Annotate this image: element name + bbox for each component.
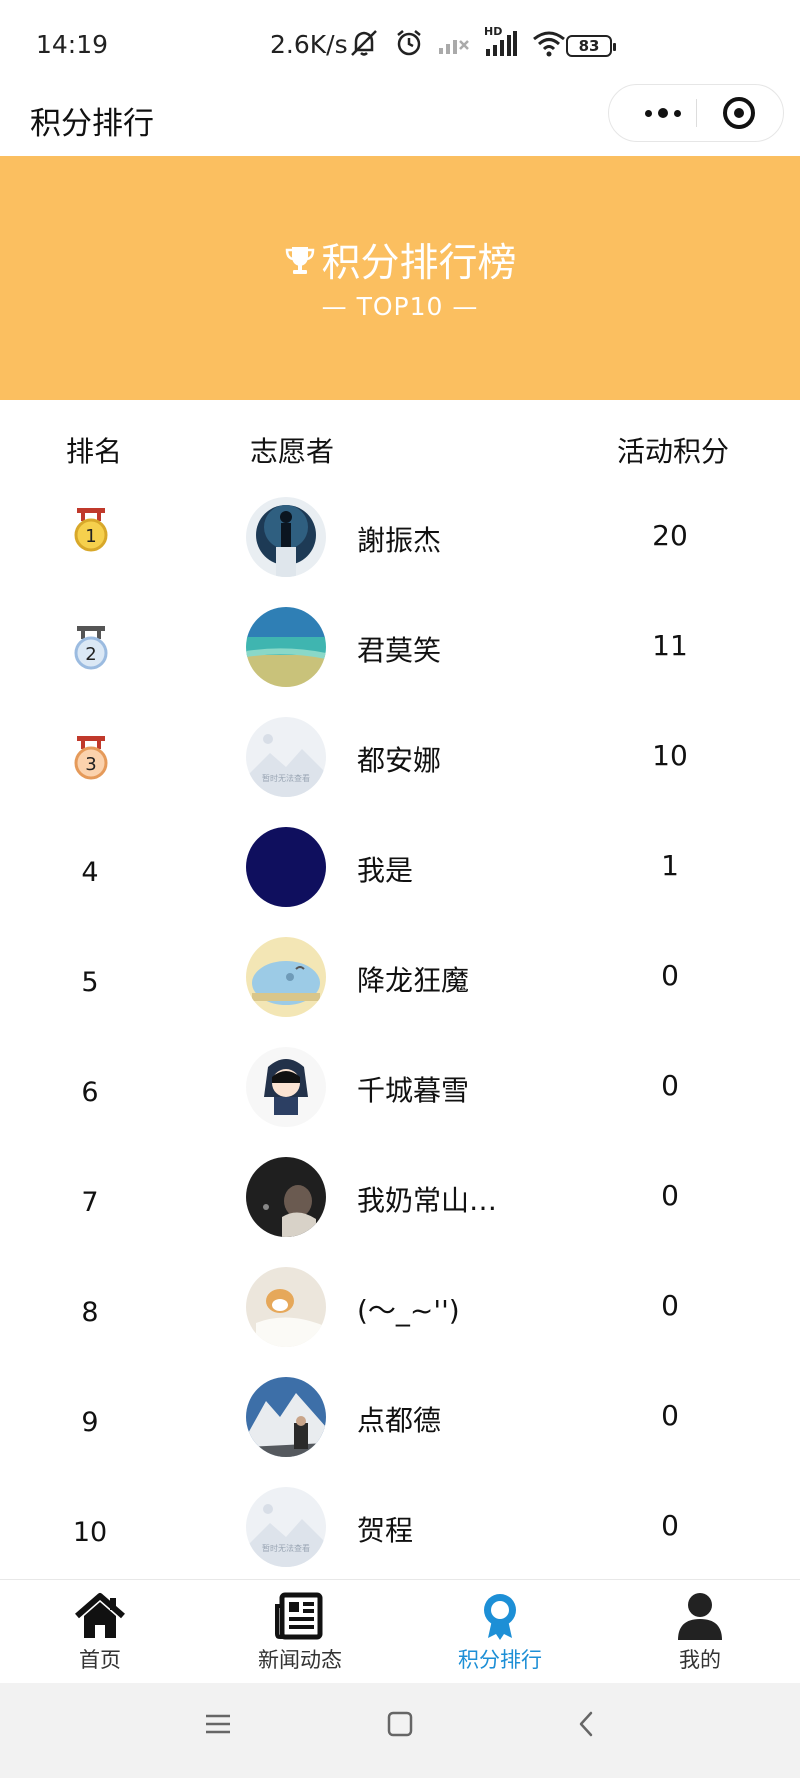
home-icon [75, 1593, 125, 1638]
more-icon[interactable] [633, 85, 693, 141]
status-time: 14:19 [36, 30, 109, 59]
volunteer-name: 降龙狂魔 [357, 964, 470, 997]
newspaper-icon [275, 1592, 323, 1640]
volunteer-header: 志愿者 [250, 435, 335, 468]
tab-home[interactable]: 首页 [0, 1580, 200, 1684]
network-speed: 2.6K/s [270, 30, 348, 59]
volunteer-points: 10 [652, 739, 688, 772]
placeholder-avatar: 暂时无法查看 [246, 717, 326, 797]
rank-number: 5 [81, 967, 99, 998]
ranking-row[interactable]: 2 君莫笑 11 [0, 593, 800, 703]
tab-label: 首页 [79, 1648, 121, 1672]
alarm-icon [397, 30, 421, 56]
volunteer-name: 君莫笑 [357, 634, 442, 667]
ranking-row[interactable]: 8 (〜_~'') 0 [0, 1253, 800, 1363]
award-icon [484, 1594, 516, 1640]
banner-subtitle: — TOP10 — [321, 292, 479, 321]
volunteer-name: 都安娜 [357, 744, 442, 777]
avatar [246, 1047, 326, 1127]
home-square-icon[interactable] [387, 1711, 413, 1737]
volunteer-name: 千城暮雪 [357, 1074, 470, 1107]
tab-ranking[interactable]: 积分排行 [400, 1580, 600, 1684]
signal-icon: HD [484, 25, 518, 57]
banner-title: 积分排行榜 [0, 232, 800, 288]
volunteer-points: 0 [661, 1179, 679, 1212]
volunteer-points: 11 [652, 629, 688, 662]
rank-number: 9 [81, 1407, 99, 1438]
svg-text:3: 3 [85, 754, 96, 775]
svg-text:2: 2 [85, 644, 96, 665]
status-icons: HD [348, 25, 566, 58]
rank-number: 4 [81, 857, 99, 888]
avatar [246, 827, 326, 907]
mute-icon [351, 30, 377, 56]
capsule-divider [696, 99, 697, 127]
avatar [246, 1267, 326, 1347]
banner-title-text: 积分排行榜 [321, 241, 517, 286]
volunteer-points: 20 [652, 519, 688, 552]
trophy-icon [286, 247, 315, 274]
ranking-row[interactable]: 9 点都德 0 [0, 1363, 800, 1473]
volunteer-points: 0 [661, 1289, 679, 1322]
avatar [246, 497, 326, 577]
battery-icon: 83 [566, 35, 616, 57]
volunteer-points: 0 [661, 1399, 679, 1432]
wifi-icon [533, 31, 565, 57]
points-header: 活动积分 [617, 435, 730, 468]
silver-medal-icon: 2 [74, 626, 108, 670]
rank-number: 10 [72, 1517, 108, 1548]
ranking-banner: 积分排行榜 — TOP10 — [0, 156, 800, 400]
back-icon[interactable] [574, 1711, 600, 1737]
tab-profile[interactable]: 我的 [600, 1580, 800, 1684]
status-bar: 14:19 2.6K/s HD 83 [0, 0, 800, 84]
tab-label: 我的 [679, 1648, 721, 1672]
volunteer-points: 0 [661, 959, 679, 992]
gold-medal-icon: 1 [74, 508, 108, 552]
ranking-row[interactable]: 4 我是 1 [0, 813, 800, 923]
rank-number: 7 [81, 1187, 99, 1218]
bronze-medal-icon: 3 [74, 736, 108, 780]
volunteer-name: 我奶常山… [357, 1184, 498, 1217]
signal-icon [439, 40, 469, 54]
volunteer-name: (〜_~'') [357, 1294, 460, 1327]
volunteer-name: 謝振杰 [357, 524, 442, 557]
volunteer-name: 点都德 [357, 1404, 442, 1437]
nav-bar: 积分排行 [0, 84, 800, 156]
rank-number: 6 [81, 1077, 99, 1108]
volunteer-name: 贺程 [357, 1514, 414, 1547]
volunteer-points: 1 [661, 849, 679, 882]
svg-text:1: 1 [85, 526, 96, 547]
avatar-caption: 暂时无法查看 [262, 1544, 310, 1553]
ranking-row[interactable]: 1 謝振杰 20 [0, 483, 800, 593]
volunteer-name: 我是 [357, 854, 414, 887]
tab-label: 积分排行 [458, 1648, 542, 1672]
system-nav-bar [0, 1683, 800, 1778]
target-icon[interactable] [723, 97, 755, 129]
battery-level: 83 [578, 37, 600, 55]
tab-news[interactable]: 新闻动态 [200, 1580, 400, 1684]
page-title: 积分排行 [30, 106, 154, 142]
ranking-row[interactable]: 10 暂时无法查看 贺程 0 [0, 1473, 800, 1583]
avatar [246, 1377, 326, 1457]
volunteer-points: 0 [661, 1509, 679, 1542]
tab-bar: 首页 新闻动态 积分排行 我的 [0, 1579, 800, 1684]
avatar [246, 937, 326, 1017]
menu-icon[interactable] [205, 1711, 231, 1737]
ranking-row[interactable]: 5 降龙狂魔 0 [0, 923, 800, 1033]
ranking-row[interactable]: 7 我奶常山… 0 [0, 1143, 800, 1253]
avatar-caption: 暂时无法查看 [262, 774, 310, 783]
ranking-row[interactable]: 6 千城暮雪 0 [0, 1033, 800, 1143]
volunteer-points: 0 [661, 1069, 679, 1102]
rank-header: 排名 [66, 435, 123, 468]
tab-label: 新闻动态 [258, 1648, 342, 1672]
ranking-row[interactable]: 3 暂时无法查看 都安娜 10 [0, 703, 800, 813]
miniprogram-capsule [608, 84, 784, 142]
avatar [246, 1157, 326, 1237]
avatar [246, 607, 326, 687]
user-icon [678, 1593, 722, 1640]
rank-number: 8 [81, 1297, 99, 1328]
placeholder-avatar: 暂时无法查看 [246, 1487, 326, 1567]
